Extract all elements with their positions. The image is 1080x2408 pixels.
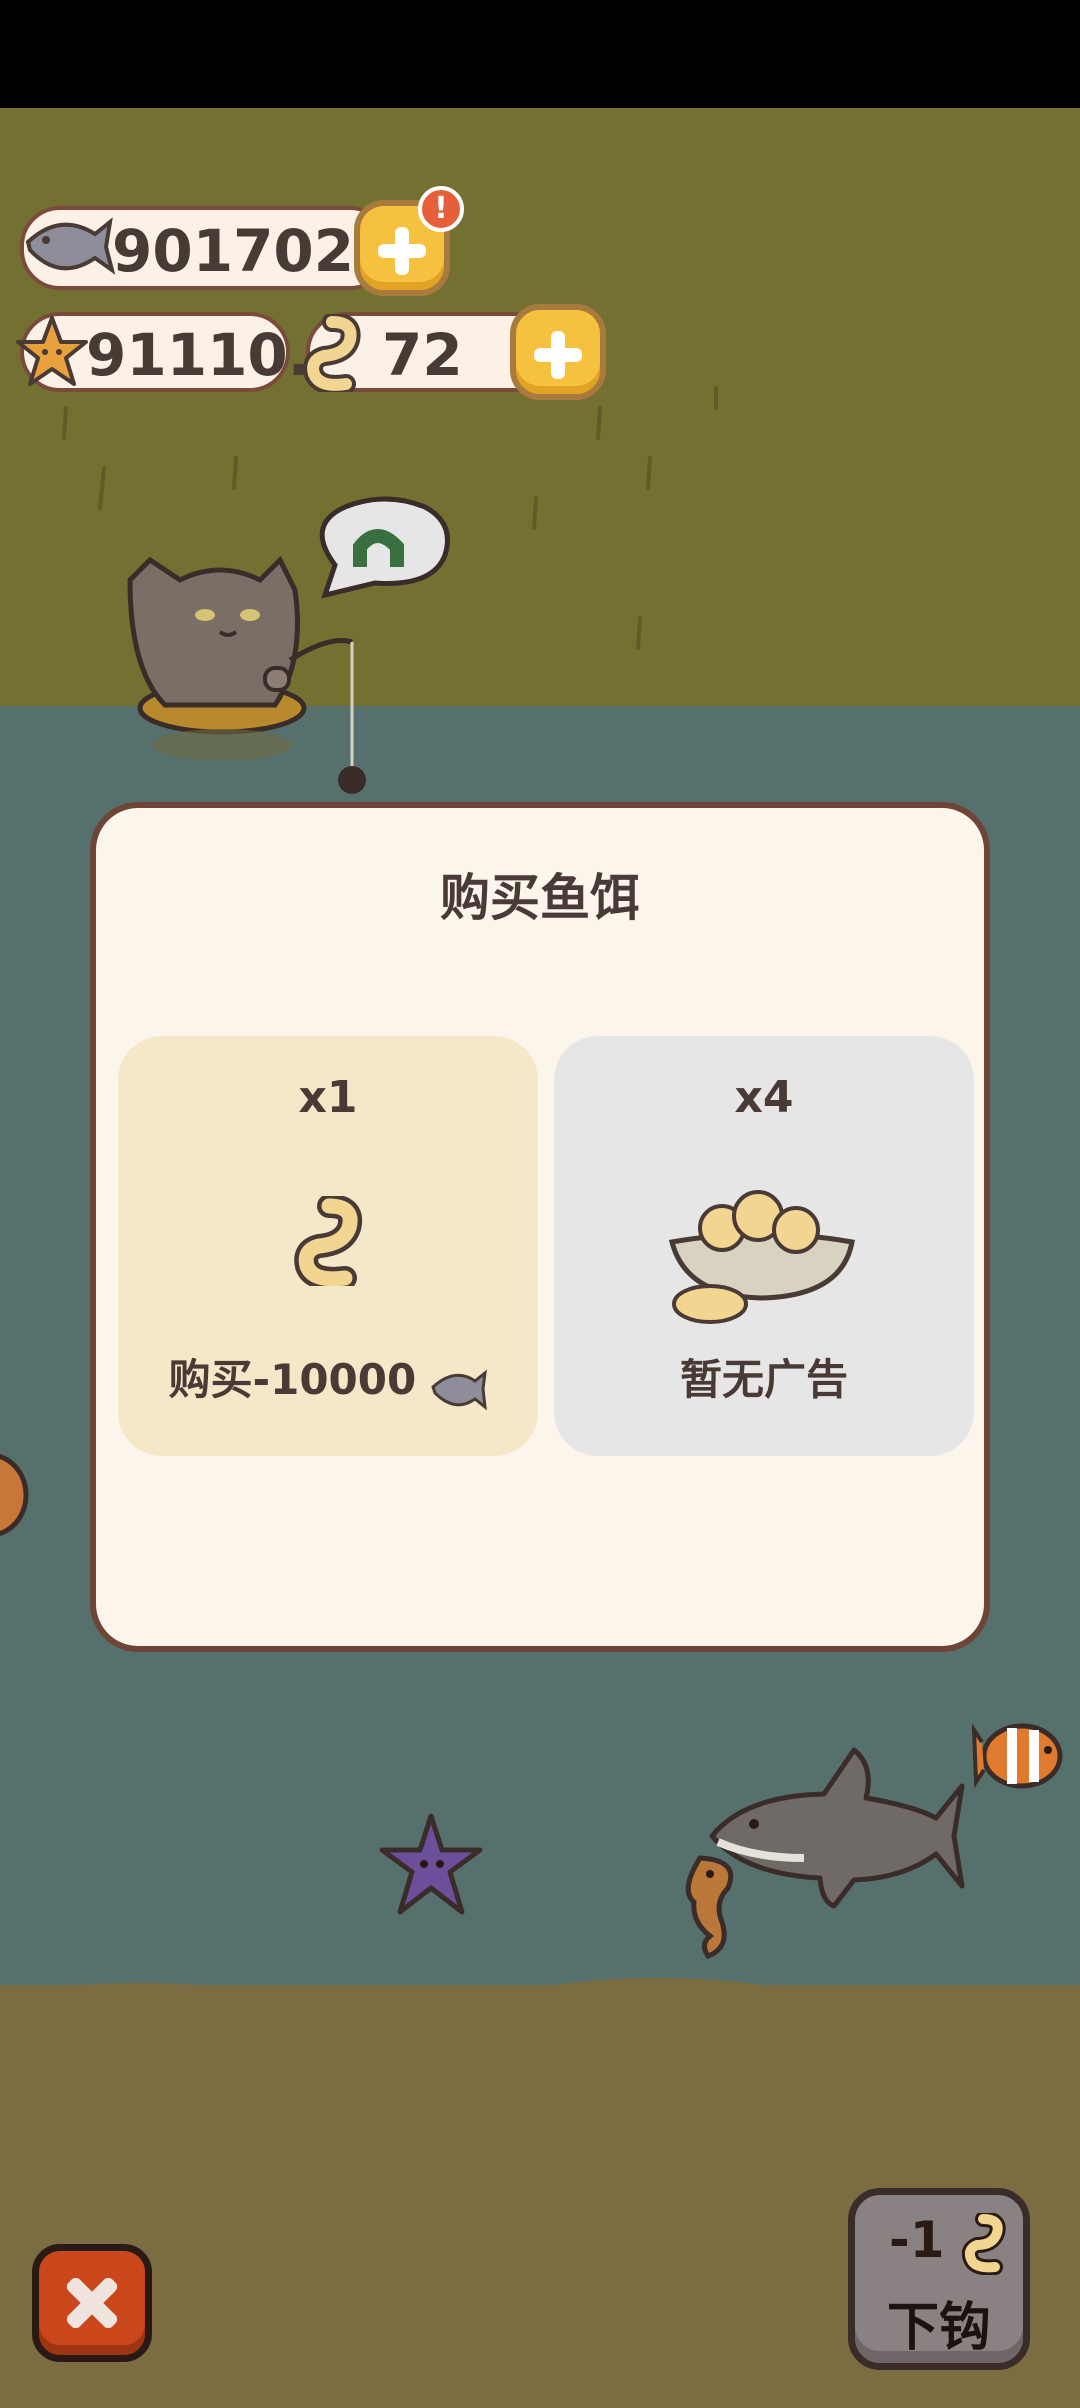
fishing-rod bbox=[288, 637, 366, 794]
option-label: 购买-10000 bbox=[168, 1355, 417, 1404]
option-quantity: x1 bbox=[298, 1072, 358, 1123]
thought-bubble bbox=[319, 496, 450, 599]
option-label: 暂无广告 bbox=[679, 1355, 848, 1404]
fish-partial bbox=[0, 1453, 29, 1537]
drop-hook-button[interactable]: -1 下钩 bbox=[848, 2188, 1030, 2370]
worm-icon bbox=[303, 314, 361, 392]
status-bar bbox=[0, 0, 1080, 108]
fish-icon bbox=[431, 1369, 488, 1410]
add-bait-button[interactable] bbox=[510, 304, 606, 400]
option-quantity: x4 bbox=[734, 1072, 794, 1123]
option-label-row: 购买-10000 bbox=[118, 1346, 538, 1413]
buy-bait-dialog: 购买鱼饵 x1 购买-10000 x4 暂无广告 bbox=[90, 802, 990, 1652]
bait-bucket-icon bbox=[668, 1190, 855, 1324]
starfish-icon bbox=[16, 316, 88, 386]
close-button[interactable] bbox=[32, 2244, 152, 2362]
buy-bait-x1-option[interactable]: x1 购买-10000 bbox=[118, 1036, 538, 1456]
buy-bait-x4-ad-option[interactable]: x4 暂无广告 bbox=[554, 1036, 974, 1456]
worm-icon bbox=[294, 1196, 362, 1286]
bait-value: 72 bbox=[382, 321, 463, 389]
sand-edge bbox=[0, 1977, 1080, 2025]
fish-coin-value: 9017028 bbox=[112, 217, 395, 285]
starfish-purple-icon bbox=[379, 1813, 483, 1915]
clownfish-icon bbox=[972, 1723, 1063, 1789]
fish-icon bbox=[25, 217, 115, 275]
worm-icon bbox=[961, 2213, 1006, 2275]
hook-cost: -1 bbox=[889, 2211, 945, 2269]
dialog-title: 购买鱼饵 bbox=[440, 869, 640, 927]
hook-label: 下钩 bbox=[886, 2298, 991, 2358]
seahorse-icon bbox=[685, 1855, 734, 1960]
notification-badge: ! bbox=[418, 186, 464, 232]
